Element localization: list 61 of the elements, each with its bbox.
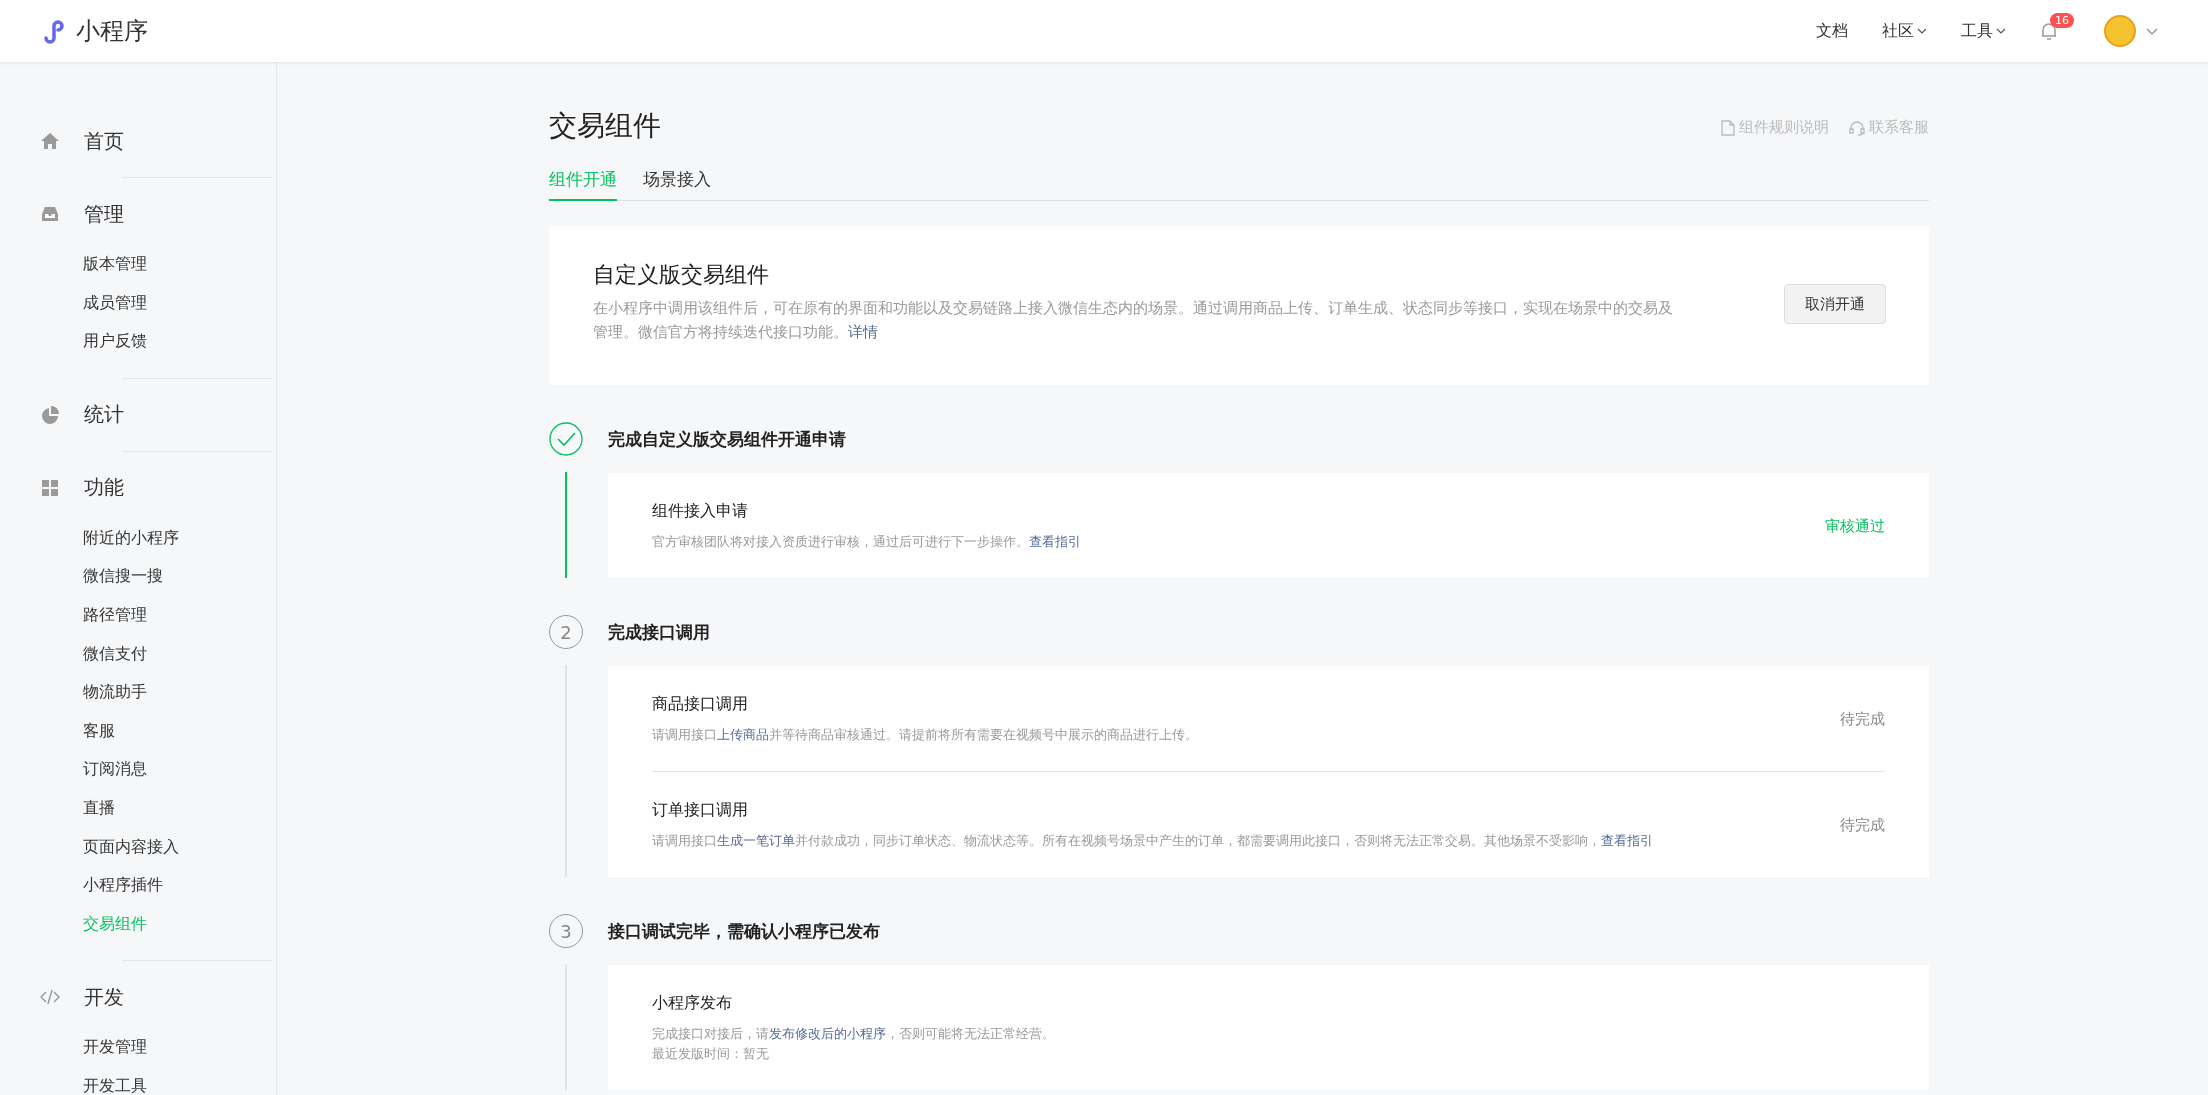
sidebar-group[interactable]: 首页	[84, 127, 124, 155]
release-time: 最近发版时间：暂无	[652, 1045, 770, 1063]
status-label: 待完成	[1840, 710, 1885, 729]
caret-icon[interactable]	[1917, 28, 1927, 34]
sidebar-item[interactable]: 物流助手	[83, 673, 276, 712]
guide-link[interactable]: 查看指引	[1029, 534, 1081, 549]
guide-link[interactable]: 发布修改后的小程序	[769, 1026, 886, 1041]
home-icon	[40, 131, 60, 151]
status-label: 待完成	[1840, 816, 1885, 835]
pie-icon	[40, 404, 60, 425]
item-title: 小程序发布	[652, 993, 733, 1014]
guide-link[interactable]: 生成一笔订单	[717, 833, 795, 848]
guide-link[interactable]: 查看指引	[1601, 833, 1653, 848]
sidebar-group[interactable]: 开发	[84, 983, 124, 1011]
sidebar-item[interactable]: 页面内容接入	[83, 827, 276, 867]
step-title: 完成接口调用	[608, 621, 711, 644]
notification-badge: 16	[2050, 13, 2074, 28]
nav-link[interactable]: 社区	[1882, 20, 1914, 42]
item-description: 请调用接口上传商品并等待商品审核通过。请提前将所有需要在视频号中展示的商品进行上传。	[652, 726, 1198, 744]
sidebar-item[interactable]: 开发管理	[83, 1028, 276, 1067]
sidebar-item[interactable]: 路径管理	[83, 595, 276, 635]
sidebar-group[interactable]: 功能	[84, 474, 124, 502]
bell-icon[interactable]	[2040, 21, 2058, 41]
logo-text: 小程序	[76, 16, 148, 47]
sidebar-item[interactable]: 小程序插件	[83, 866, 276, 905]
card-description: 在小程序中调用该组件后，可在原有的界面和功能以及交易链路上接入微信生态内的场景。通过调用商品上传、订单生成、状态同步等接口，实现在场景中的交易及管理。微信官方将持续迭代接口功能。详情	[593, 299, 1674, 342]
sidebar-item[interactable]: 用户反馈	[83, 322, 276, 361]
nav-link[interactable]: 文档	[1816, 20, 1848, 42]
sidebar-item[interactable]: 开发工具	[83, 1066, 276, 1095]
card-title: 自定义版交易组件	[593, 261, 770, 289]
grid-icon	[40, 477, 60, 498]
sidebar-item[interactable]: 附近的小程序	[83, 518, 276, 558]
headset-icon[interactable]	[1849, 119, 1865, 136]
cancel-button[interactable]: 取消开通	[1784, 284, 1886, 324]
caret-icon[interactable]	[2146, 27, 2158, 35]
item-description: 完成接口对接后，请发布修改后的小程序，否则可能将无法正常经营。	[652, 1025, 1055, 1043]
item-description: 请调用接口生成一笔订单并付款成功，同步订单状态、物流状态等。所有在视频号场景中产生的订单，都需要调用此接口，否则将无法正常交易。其他场景不受影响，查看指引	[652, 832, 1653, 850]
sidebar-item[interactable]: 版本管理	[83, 245, 276, 284]
avatar[interactable]	[2104, 15, 2136, 47]
sidebar-item[interactable]: 订阅消息	[83, 750, 276, 789]
step-title: 完成自定义版交易组件开通申请	[608, 428, 847, 451]
details-link[interactable]: 详情	[848, 324, 878, 340]
status-label: 审核通过	[1825, 517, 1885, 536]
sidebar-item[interactable]: 微信搜一搜	[83, 557, 276, 596]
tab[interactable]: 场景接入	[643, 168, 711, 201]
nav-link[interactable]: 工具	[1961, 20, 1993, 42]
item-title: 组件接入申请	[652, 501, 749, 522]
sidebar-item[interactable]: 微信支付	[83, 634, 276, 674]
step-title: 接口调试完毕，需确认小程序已发布	[608, 920, 881, 943]
item-title: 商品接口调用	[652, 694, 749, 715]
sidebar-item[interactable]: 直播	[83, 788, 276, 828]
sidebar-group[interactable]: 管理	[84, 200, 124, 228]
sidebar-item[interactable]: 客服	[83, 711, 276, 751]
document-icon[interactable]	[1721, 119, 1735, 136]
sidebar-group[interactable]: 统计	[84, 401, 124, 429]
item-title: 订单接口调用	[652, 800, 749, 821]
guide-link[interactable]: 上传商品	[717, 727, 769, 742]
page-title: 交易组件	[549, 108, 661, 144]
sidebar-item[interactable]: 成员管理	[83, 283, 276, 323]
caret-icon[interactable]	[1996, 28, 2006, 34]
inbox-icon	[40, 204, 60, 224]
